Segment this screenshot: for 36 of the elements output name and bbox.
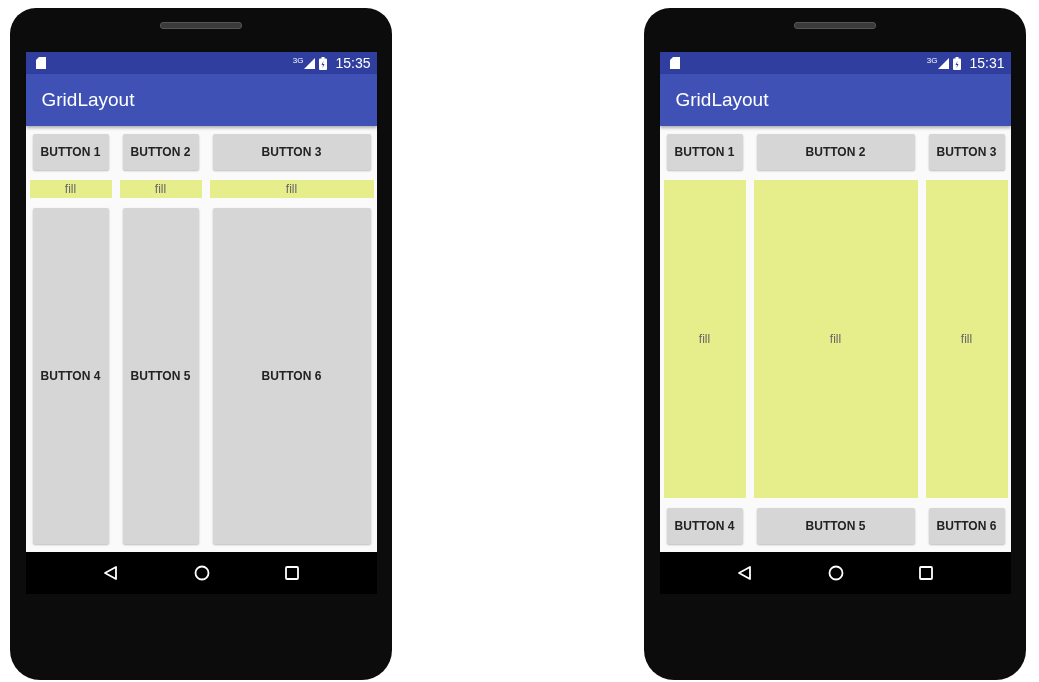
home-icon[interactable] (828, 565, 844, 581)
fill-cell: fill (925, 180, 1008, 498)
app-title: GridLayout (675, 89, 769, 111)
battery-icon (319, 56, 328, 70)
grid-button[interactable]: BUTTON 4 (666, 508, 743, 544)
grid-button[interactable]: BUTTON 2 (122, 134, 199, 170)
fill-cell: fill (663, 180, 746, 498)
grid-button[interactable]: BUTTON 6 (212, 208, 371, 544)
home-icon[interactable] (194, 565, 210, 581)
app-title: GridLayout (41, 89, 135, 111)
grid-button[interactable]: BUTTON 3 (928, 134, 1005, 170)
fill-cell: fill (753, 180, 918, 498)
grid-button[interactable]: BUTTON 4 (32, 208, 109, 544)
grid-button[interactable]: BUTTON 1 (32, 134, 109, 170)
battery-icon (953, 56, 962, 70)
grid-button[interactable]: BUTTON 3 (212, 134, 371, 170)
status-time: 15:35 (335, 55, 371, 71)
grid-button[interactable]: BUTTON 5 (122, 208, 199, 544)
sd-card-icon (35, 57, 46, 69)
grid-button[interactable]: BUTTON 2 (756, 134, 915, 170)
back-icon[interactable] (103, 565, 119, 581)
network-type: 3G (926, 56, 938, 65)
grid-button[interactable]: BUTTON 1 (666, 134, 743, 170)
fill-cell: fill (209, 180, 374, 198)
sd-card-icon (669, 57, 680, 69)
grid-button[interactable]: BUTTON 6 (928, 508, 1005, 544)
back-icon[interactable] (737, 565, 753, 581)
signal-icon (938, 57, 950, 69)
recents-icon[interactable] (919, 566, 933, 580)
grid-button[interactable]: BUTTON 5 (756, 508, 915, 544)
recents-icon[interactable] (285, 566, 299, 580)
network-type: 3G (292, 56, 304, 65)
fill-cell: fill (119, 180, 202, 198)
fill-cell: fill (29, 180, 112, 198)
signal-icon (304, 57, 316, 69)
status-time: 15:31 (969, 55, 1005, 71)
